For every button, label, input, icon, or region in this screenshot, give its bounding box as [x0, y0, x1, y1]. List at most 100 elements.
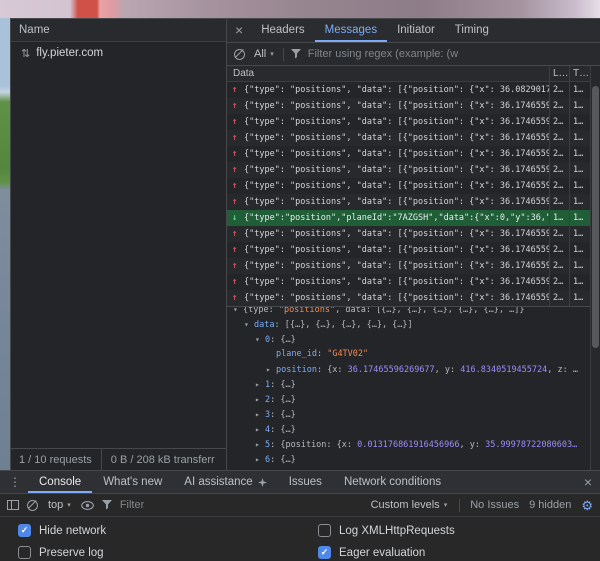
sent-arrow-icon: ↑ [232, 261, 241, 271]
message-row[interactable]: ↑{"type": "positions", "data": [{"positi… [227, 130, 600, 146]
expander-closed-icon[interactable]: ▸ [255, 437, 265, 452]
tree-row[interactable]: ▸6: {…} [227, 452, 600, 467]
tree-row[interactable]: ▸2: {…} [227, 392, 600, 407]
message-row[interactable]: ↑{"type": "positions", "data": [{"positi… [227, 114, 600, 130]
hidden-messages-count[interactable]: 9 hidden [529, 499, 571, 511]
setting-eager-evaluation[interactable]: ✓Eager evaluation [318, 546, 600, 559]
drawer-menu-icon[interactable]: ⋮ [2, 471, 28, 493]
message-row[interactable]: ↑{"type": "positions", "data": [{"positi… [227, 178, 600, 194]
regex-filter-input[interactable]: Filter using regex (example: (w [308, 48, 458, 60]
tab-issues[interactable]: Issues [278, 471, 333, 493]
expander-closed-icon[interactable]: ▸ [255, 392, 265, 407]
tab-headers[interactable]: Headers [251, 19, 314, 42]
message-length: 2… [550, 82, 570, 98]
expander-closed-icon[interactable]: ▸ [255, 377, 265, 392]
tab-network-conditions[interactable]: Network conditions [333, 471, 452, 493]
message-row[interactable]: ↑{"type": "positions", "data": [{"positi… [227, 146, 600, 162]
expander-closed-icon[interactable]: ▸ [255, 422, 265, 437]
setting-hide-network[interactable]: ✓Hide network [18, 524, 318, 537]
sent-arrow-icon: ↑ [232, 117, 241, 127]
tree-row[interactable]: ▸position: {x: 36.17465596269677, y: 416… [227, 362, 600, 377]
close-drawer-icon[interactable]: × [576, 471, 600, 493]
message-data-cell: ↑{"type": "positions", "data": [{"positi… [227, 130, 550, 146]
setting-log-xmlhttprequests[interactable]: Log XMLHttpRequests [318, 524, 600, 537]
log-levels-selector[interactable]: Custom levels ▾ [369, 499, 450, 511]
console-settings-gear-icon[interactable]: ⚙ [581, 499, 593, 512]
console-toolbar: top ▾ Filter Custom levels ▾ No Issues 9… [0, 494, 600, 517]
message-row[interactable]: ↑{"type": "positions", "data": [{"positi… [227, 258, 600, 274]
chevron-down-icon: ▾ [270, 50, 274, 58]
tab-ai-assistance[interactable]: AI assistance [173, 471, 277, 493]
tree-row[interactable]: ▾{type: "positions", data: [{…}, {…}, {…… [227, 306, 600, 317]
message-row[interactable]: ↑{"type": "positions", "data": [{"positi… [227, 226, 600, 242]
tree-row[interactable]: ▸5: {position: {x: 0.013176861916456966,… [227, 437, 600, 452]
chevron-down-icon: ▾ [67, 501, 71, 509]
message-row[interactable]: ↑{"type": "positions", "data": [{"positi… [227, 162, 600, 178]
tree-segment: , data: [{…}, {…}, {…}, {…}, {…}, …]} [335, 306, 524, 315]
tree-segment: : {…} [270, 425, 296, 435]
tab-messages[interactable]: Messages [315, 19, 387, 42]
live-expression-eye-icon[interactable] [81, 501, 94, 510]
tree-segment: : {…} [270, 395, 296, 405]
message-data-cell: ↑{"type": "positions", "data": [{"positi… [227, 178, 550, 194]
tab-console[interactable]: Console [28, 471, 92, 493]
message-row[interactable]: ↑{"type": "positions", "data": [{"positi… [227, 290, 600, 306]
tree-segment: : {x: [317, 365, 348, 375]
close-detail-icon[interactable]: × [227, 19, 251, 42]
sent-arrow-icon: ↑ [232, 277, 241, 287]
tree-segment: , y: [435, 365, 461, 375]
message-row[interactable]: ↑{"type": "positions", "data": [{"positi… [227, 82, 600, 98]
data-column-header[interactable]: Data [227, 66, 550, 81]
tree-row[interactable]: ▸3: {…} [227, 407, 600, 422]
network-request-row[interactable]: ⇅ fly.pieter.com [11, 42, 226, 64]
js-context-selector[interactable]: top ▾ [46, 499, 73, 511]
checkbox-unchecked[interactable] [18, 546, 31, 559]
console-filter-funnel-icon [102, 500, 112, 510]
message-row[interactable]: ↑{"type": "positions", "data": [{"positi… [227, 194, 600, 210]
tab-what-s-new[interactable]: What's new [92, 471, 173, 493]
tree-row[interactable]: ▸4: {…} [227, 422, 600, 437]
message-length: 2… [550, 226, 570, 242]
message-row[interactable]: ↑{"type": "positions", "data": [{"positi… [227, 242, 600, 258]
tree-row[interactable]: ▸1: {…} [227, 377, 600, 392]
clear-console-icon[interactable] [27, 500, 38, 511]
message-row[interactable]: ↓{"type":"position","planeId":"7AZGSH","… [227, 210, 600, 226]
clear-messages-icon[interactable] [234, 49, 245, 60]
setting-preserve-log[interactable]: Preserve log [18, 546, 318, 559]
message-text: {"type": "positions", "data": [{"positio… [244, 245, 549, 255]
tree-row[interactable]: ▾0: {…} [227, 332, 600, 347]
tree-segment: "G4TV02" [327, 349, 368, 359]
tree-segment: 35.99978722080603… [485, 440, 577, 450]
checkbox-checked[interactable]: ✓ [318, 546, 331, 559]
messages-toolbar: All ▾ Filter using regex (example: (w [227, 43, 600, 66]
regex-filter-funnel-icon [291, 49, 301, 59]
tree-segment: : {…} [270, 410, 296, 420]
checkbox-checked[interactable]: ✓ [18, 524, 31, 537]
console-sidebar-icon[interactable] [7, 500, 19, 510]
tab-timing[interactable]: Timing [445, 19, 499, 42]
issues-count[interactable]: No Issues [470, 499, 519, 511]
tree-segment: : [317, 349, 327, 359]
tab-initiator[interactable]: Initiator [387, 19, 445, 42]
message-row[interactable]: ↑{"type": "positions", "data": [{"positi… [227, 98, 600, 114]
tree-row[interactable]: ▾data: [{…}, {…}, {…}, {…}, {…}] [227, 317, 600, 332]
scrollbar-thumb[interactable] [592, 86, 599, 348]
console-filter-input[interactable]: Filter [120, 499, 144, 511]
message-row[interactable]: ↑{"type": "positions", "data": [{"positi… [227, 274, 600, 290]
expander-open-icon[interactable]: ▾ [244, 317, 254, 332]
network-name-column-header[interactable]: Name [11, 19, 226, 42]
message-type-filter-dropdown[interactable]: All ▾ [252, 48, 276, 60]
message-text: {"type":"position","planeId":"7AZGSH","d… [244, 213, 549, 223]
length-column-header[interactable]: L… [550, 66, 570, 81]
expander-open-icon[interactable]: ▾ [255, 332, 265, 347]
expander-closed-icon[interactable]: ▸ [255, 452, 265, 467]
message-length: 2… [550, 162, 570, 178]
ai-spark-icon [258, 478, 267, 487]
expander-closed-icon[interactable]: ▸ [266, 362, 276, 377]
tree-row[interactable]: plane_id: "G4TV02" [227, 347, 600, 362]
vertical-scrollbar[interactable] [590, 66, 600, 470]
expander-open-icon[interactable]: ▾ [233, 306, 243, 317]
expander-closed-icon[interactable]: ▸ [255, 407, 265, 422]
checkbox-unchecked[interactable] [318, 524, 331, 537]
sent-arrow-icon: ↑ [232, 85, 241, 95]
